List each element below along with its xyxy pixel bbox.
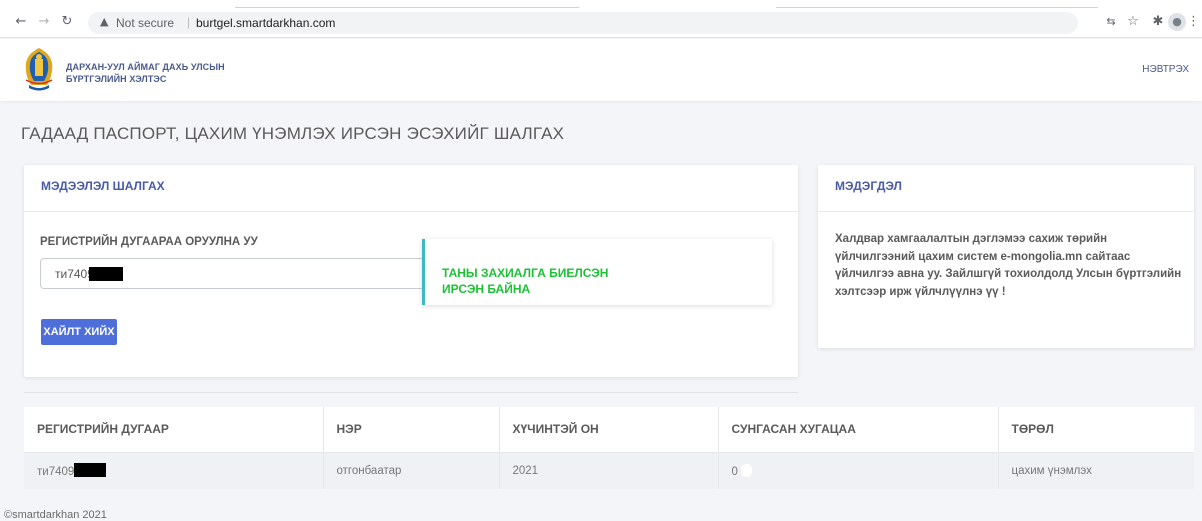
- extensions-icon[interactable]: ✱: [1149, 13, 1167, 31]
- cell-register: ти7409: [24, 452, 324, 489]
- site-header: ДАРХАН-УУЛ АЙМАГ ДАХЬ УЛСЫН БҮРТГЭЛИЙН Х…: [0, 39, 1202, 101]
- security-label[interactable]: Not secure: [116, 16, 174, 30]
- cell-name: отгонбаатар: [323, 452, 500, 489]
- notice-text: Халдвар хамгаалалтын дэглэмээ сахиж төри…: [835, 233, 1182, 298]
- footer-copyright: ©smartdarkhan 2021: [4, 509, 107, 521]
- redaction-mark: [74, 463, 107, 478]
- search-button[interactable]: ХАЙЛТ ХИЙХ: [41, 319, 117, 345]
- forward-arrow-icon[interactable]: →: [36, 14, 52, 30]
- column-header-extended: СУНГАСАН ХУГАЦАА: [718, 407, 999, 453]
- notice-card: МЭДЭГДЭЛ Халдвар хамгаалалтын дэглэмээ с…: [818, 165, 1194, 348]
- search-card: МЭДЭЭЛЭЛ ШАЛГАХ РЕГИСТРИЙН ДУГААРАА ОРУУ…: [24, 165, 798, 377]
- url-text[interactable]: burtgel.smartdarkhan.com: [196, 16, 335, 30]
- column-header-name: НЭР: [323, 407, 500, 453]
- result-message: ТАНЫ ЗАХИАЛГА БИЕЛСЭН ИРСЭН БАЙНА: [442, 266, 609, 296]
- column-header-valid-year: ХҮЧИНТЭЙ ОН: [499, 407, 719, 453]
- menu-icon[interactable]: ⋮: [1187, 13, 1200, 31]
- toggle-indicator: [740, 463, 752, 477]
- login-link[interactable]: НЭВТРЭХ: [1142, 64, 1189, 75]
- results-table: РЕГИСТРИЙН ДУГААР НЭР ХҮЧИНТЭЙ ОН СУНГАС…: [24, 407, 1194, 489]
- notice-card-title: МЭДЭГДЭЛ: [818, 165, 1194, 212]
- page-title: ГАДААД ПАСПОРТ, ЦАХИМ ҮНЭМЛЭХ ИРСЭН ЭСЭХ…: [21, 124, 565, 143]
- reload-icon[interactable]: ↻: [59, 14, 75, 30]
- organization-name-line1: ДАРХАН-УУЛ АЙМАГ ДАХЬ УЛСЫН: [66, 62, 225, 72]
- column-header-type: ТӨРӨЛ: [998, 407, 1194, 453]
- address-separator: |: [187, 15, 191, 29]
- extended-value: 0: [731, 465, 738, 478]
- cell-extended: 0: [718, 452, 999, 489]
- organization-name-line2: БҮРТГЭЛИЙН ХЭЛТЭС: [66, 74, 167, 84]
- result-message-box: ТАНЫ ЗАХИАЛГА БИЕЛСЭН ИРСЭН БАЙНА: [422, 239, 772, 305]
- register-value: ти7409: [37, 466, 75, 479]
- tab-divider: [235, 7, 579, 8]
- table-header-row: РЕГИСТРИЙН ДУГААР НЭР ХҮЧИНТЭЙ ОН СУНГАС…: [24, 407, 1194, 453]
- redaction-mark: [89, 267, 123, 281]
- cell-valid-year: 2021: [499, 452, 719, 489]
- section-divider: [24, 392, 798, 393]
- tab-divider: [776, 7, 1098, 8]
- search-card-title: МЭДЭЭЛЭЛ ШАЛГАХ: [24, 165, 798, 212]
- star-icon[interactable]: ☆: [1124, 13, 1142, 31]
- translate-icon[interactable]: ⇆: [1102, 13, 1120, 31]
- column-header-register: РЕГИСТРИЙН ДУГААР: [24, 407, 324, 453]
- back-arrow-icon[interactable]: ←: [13, 14, 29, 30]
- warning-icon[interactable]: ▲: [100, 15, 108, 28]
- cell-type: цахим үнэмлэх: [998, 452, 1194, 489]
- browser-toolbar: ← → ↻ ▲ Not secure | burtgel.smartdarkha…: [0, 0, 1202, 38]
- emblem-logo: [25, 48, 53, 91]
- register-number-label: РЕГИСТРИЙН ДУГААРАА ОРУУЛНА УУ: [40, 236, 258, 248]
- organization-name: ДАРХАН-УУЛ АЙМАГ ДАХЬ УЛСЫН БҮРТГЭЛИЙН Х…: [66, 61, 225, 85]
- profile-icon[interactable]: ●: [1168, 13, 1186, 31]
- address-bar[interactable]: ▲ Not secure | burtgel.smartdarkhan.com: [88, 12, 1078, 34]
- table-row: ти7409 отгонбаатар 2021 0 цахим үнэмлэх: [24, 452, 1194, 489]
